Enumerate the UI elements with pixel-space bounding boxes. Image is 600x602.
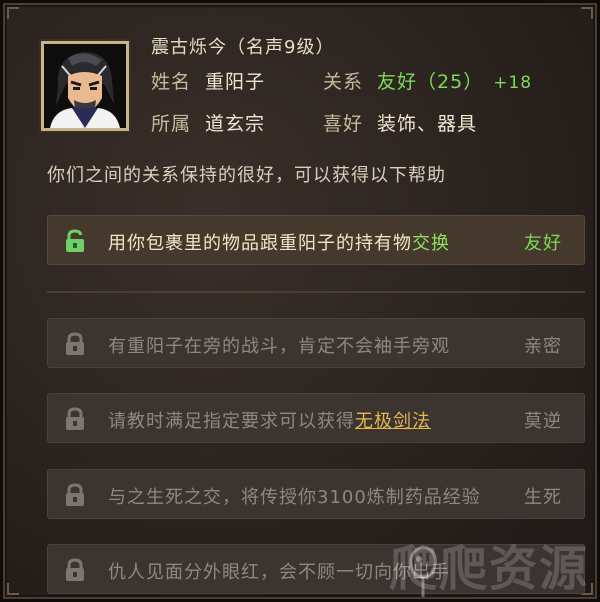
- perk-text: 与之生死之交，将传授你3100炼制药品经验: [108, 487, 481, 508]
- padlock-icon: [66, 558, 84, 581]
- npc-faction: 道玄宗: [205, 113, 266, 135]
- perk-item-skill-teach[interactable]: 请教时满足指定要求可以获得无极剑法 莫逆: [47, 393, 585, 443]
- npc-title: 震古烁今（名声9级）: [151, 37, 335, 58]
- corner-ornament: [581, 7, 593, 19]
- corner-ornament: [7, 583, 19, 595]
- npc-portrait: [41, 41, 129, 131]
- npc-faction-row: 所属 道玄宗: [151, 109, 265, 136]
- perk-item-exchange[interactable]: 用你包裹里的物品跟重阳子的持有物交换 友好: [47, 215, 585, 265]
- padlock-icon: [66, 407, 84, 430]
- skill-link[interactable]: 无极剑法: [355, 411, 431, 432]
- relation-bonus: +18: [493, 73, 533, 93]
- perk-tier: 莫逆: [524, 411, 562, 432]
- exchange-link[interactable]: 交换: [412, 233, 450, 254]
- perk-item-alchemy-exp[interactable]: 与之生死之交，将传授你3100炼制药品经验 生死: [47, 469, 585, 519]
- perk-tier: 生死: [524, 487, 562, 508]
- faction-label: 所属: [151, 113, 192, 135]
- relation-label: 关系: [323, 71, 364, 93]
- npc-name: 重阳子: [205, 71, 266, 93]
- padlock-icon: [66, 332, 84, 355]
- npc-likes: 装饰、器具: [377, 113, 478, 135]
- section-divider: [47, 291, 585, 293]
- perk-item-combat-assist[interactable]: 有重阳子在旁的战斗，肯定不会袖手旁观 亲密: [47, 318, 585, 368]
- relation-description: 你们之间的关系保持的很好，可以获得以下帮助: [47, 165, 446, 186]
- unlocked-padlock-icon: [66, 229, 84, 252]
- npc-name-row: 姓名 重阳子: [151, 67, 265, 94]
- npc-portrait-image: [44, 44, 126, 128]
- perk-tier: 亲密: [524, 336, 562, 357]
- name-label: 姓名: [151, 71, 192, 93]
- perk-text: 请教时满足指定要求可以获得无极剑法: [108, 411, 431, 432]
- perk-text: 用你包裹里的物品跟重阳子的持有物交换: [108, 233, 450, 254]
- perk-text: 有重阳子在旁的战斗，肯定不会袖手旁观: [108, 336, 450, 357]
- npc-relation-panel: 震古烁今（名声9级） 姓名 重阳子 关系 友好（25） +18 所属 道玄宗 喜好 装饰、…: [0, 0, 600, 602]
- padlock-icon: [66, 483, 84, 506]
- npc-relation-row: 关系 友好（25） +18: [323, 67, 532, 94]
- relation-value: 友好（25）: [377, 71, 484, 93]
- watermark-text: 爬爬资源: [388, 541, 589, 597]
- corner-ornament: [7, 7, 19, 19]
- npc-likes-row: 喜好 装饰、器具: [323, 109, 477, 136]
- perk-tier: 友好: [524, 233, 562, 254]
- likes-label: 喜好: [323, 113, 364, 135]
